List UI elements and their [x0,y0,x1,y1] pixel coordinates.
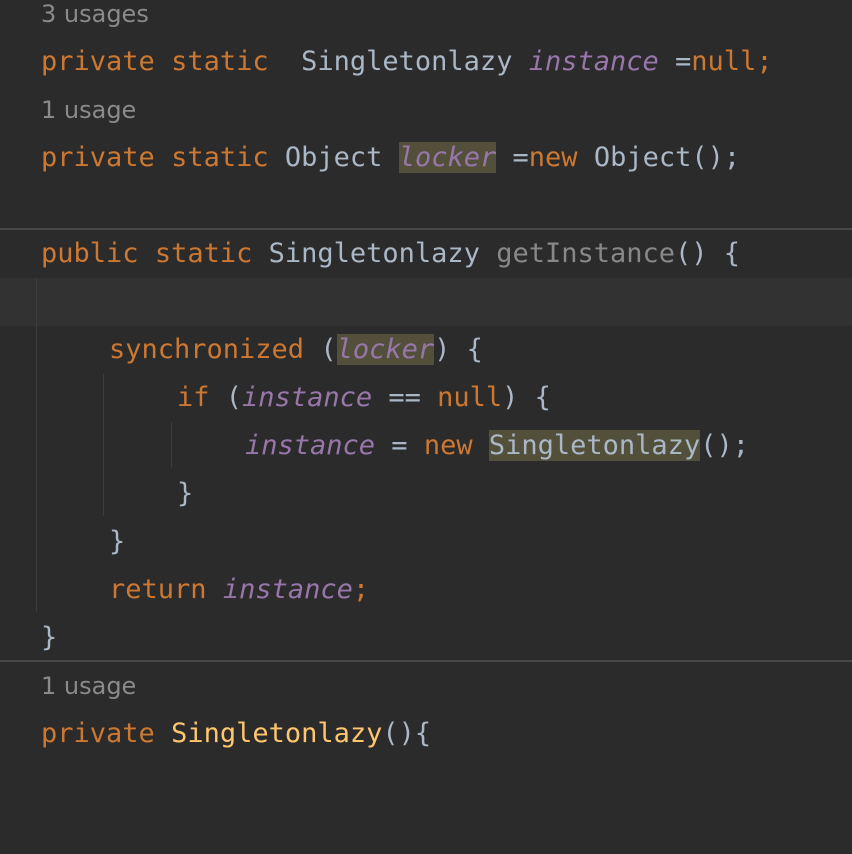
keyword-return: return [109,574,207,605]
closing-brace: } [41,622,58,653]
keyword-static: static [171,142,269,173]
code-line-close-synchronized[interactable]: } [0,518,852,566]
field-instance: instance [528,46,659,77]
method-name: getInstance [496,238,676,269]
type-name-highlighted: Singletonlazy [488,430,701,461]
keyword-private: private [41,46,155,77]
keyword-null: null [691,46,757,77]
field-instance: instance [242,382,373,413]
code-line-return[interactable]: return instance; [0,566,852,614]
usage-hint-text[interactable]: 3 usages [41,0,149,38]
punctuation: (); [700,430,749,461]
usage-hint[interactable]: 1 usage [0,662,852,710]
code-line-instance-field[interactable]: private static Singletonlazy instance =n… [0,38,852,86]
keyword-new: new [423,430,473,461]
usage-hint[interactable]: 3 usages [0,0,852,38]
keyword-private: private [41,718,155,749]
keyword-synchronized: synchronized [109,334,305,365]
keyword-public: public [41,238,139,269]
code-line-empty-caret[interactable] [0,278,852,326]
punctuation: (){ [382,718,432,749]
keyword-private: private [41,142,155,173]
keyword-new: new [528,142,578,173]
type-name: Object [284,142,383,173]
punctuation: ) { [434,334,483,365]
code-line-assignment[interactable]: instance = new Singletonlazy(); [0,422,852,470]
keyword-static: static [171,46,269,77]
semicolon: ; [756,46,773,77]
keyword-static: static [154,238,253,269]
code-line-synchronized[interactable]: synchronized (locker) { [0,326,852,374]
code-line-locker-field[interactable]: private static Object locker =new Object… [0,134,852,182]
constructor-name: Singletonlazy [171,718,383,749]
operator: = [675,46,692,77]
keyword-null: null [437,382,503,413]
code-line-close-method[interactable]: } [0,614,852,662]
usage-hint-text[interactable]: 1 usage [41,86,136,134]
code-line-close-if[interactable]: } [0,470,852,518]
field-locker-highlighted: locker [398,142,497,173]
punctuation: () { [675,238,741,269]
code-line-constructor[interactable]: private Singletonlazy(){ [0,710,852,758]
code-line-method-declaration[interactable]: public static Singletonlazy getInstance(… [0,230,852,278]
punctuation: ( [225,382,243,413]
punctuation: ) { [502,382,551,413]
field-locker-highlighted: locker [336,334,435,365]
field-instance: instance [222,574,353,605]
field-instance: instance [245,430,376,461]
operator: = [375,430,424,461]
closing-brace: } [109,526,126,557]
operator: = [512,142,529,173]
type-name: Singletonlazy [301,46,513,77]
operator: == [372,382,438,413]
closing-brace: } [177,478,194,509]
type-name: Singletonlazy [268,238,480,269]
keyword-if: if [177,382,210,413]
usage-hint-text[interactable]: 1 usage [41,662,136,710]
semicolon: ; [352,574,370,605]
constructor-call: Object(); [593,142,741,173]
code-line-if[interactable]: if (instance == null) { [0,374,852,422]
punctuation: ( [320,334,337,365]
usage-hint[interactable]: 1 usage [0,86,852,134]
